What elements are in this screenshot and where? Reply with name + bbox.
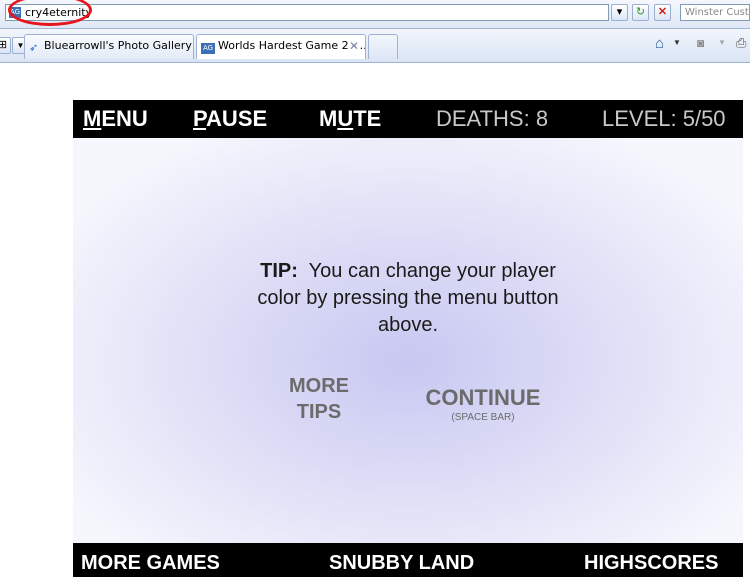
- tip-text: You can change your player color by pres…: [257, 260, 559, 336]
- home-dropdown-icon[interactable]: ▼: [673, 38, 681, 47]
- tab-bar: ⊞ ▼ ➶ Bluearrowll's Photo Gallery Fl... A…: [0, 29, 750, 63]
- deaths-counter: DEATHS: 8: [436, 106, 549, 131]
- feeds-icon[interactable]: ◙: [697, 36, 704, 50]
- stop-icon[interactable]: ✕: [654, 4, 671, 21]
- game-top-bar: MENU PAUSE MUTE DEATHS: 8 LEVEL: 5/50: [73, 100, 743, 138]
- snubby-land-link[interactable]: SNUBBY LAND: [329, 552, 474, 575]
- tip-message: TIP: You can change your player color by…: [243, 258, 573, 339]
- game-bottom-bar: MORE GAMES SNUBBY LAND HIGHSCORES: [73, 543, 743, 577]
- address-bar: AG cry4eternity ▾ ↻ ✕ Winster Custo: [0, 0, 750, 29]
- red-circle-annotation: [8, 0, 92, 26]
- highscores-link[interactable]: HIGHSCORES: [584, 552, 718, 575]
- bird-icon: ➶: [29, 41, 39, 54]
- tab-label: Bluearrowll's Photo Gallery Fl...: [44, 39, 193, 52]
- pause-button[interactable]: PAUSE: [193, 106, 267, 132]
- continue-hint: (SPACE BAR): [451, 412, 515, 423]
- new-tab-button[interactable]: [368, 34, 398, 59]
- address-field[interactable]: AG cry4eternity: [5, 4, 609, 21]
- more-games-link[interactable]: MORE GAMES: [81, 552, 220, 575]
- refresh-icon[interactable]: ↻: [632, 4, 649, 21]
- more-tips-button[interactable]: MORE TIPS: [269, 373, 369, 425]
- feeds-dropdown-icon[interactable]: ▼: [718, 38, 726, 47]
- tip-label: TIP:: [260, 260, 298, 282]
- tab-close-icon[interactable]: ✕: [349, 35, 359, 57]
- tab-list-icon[interactable]: ⊞: [0, 37, 11, 54]
- level-indicator: LEVEL: 5/50: [602, 106, 726, 131]
- mute-button[interactable]: MUTE: [319, 106, 381, 132]
- home-icon[interactable]: ⌂: [655, 35, 664, 52]
- game-canvas: MENU PAUSE MUTE DEATHS: 8 LEVEL: 5/50 TI…: [73, 100, 743, 577]
- print-icon[interactable]: ⎙: [736, 35, 746, 51]
- ag-icon: AG: [201, 43, 215, 54]
- continue-button[interactable]: CONTINUE: [408, 385, 558, 411]
- search-input[interactable]: Winster Custo: [680, 4, 750, 21]
- tab-label: Worlds Hardest Game 2 - ...: [218, 39, 366, 52]
- tab-photo-gallery[interactable]: ➶ Bluearrowll's Photo Gallery Fl...: [24, 34, 194, 59]
- dropdown-arrow-icon[interactable]: ▾: [611, 4, 628, 21]
- tab-worlds-hardest-game[interactable]: AG Worlds Hardest Game 2 - ... ✕: [196, 34, 366, 59]
- menu-button[interactable]: MENU: [83, 106, 148, 132]
- playfield: TIP: You can change your player color by…: [73, 138, 743, 543]
